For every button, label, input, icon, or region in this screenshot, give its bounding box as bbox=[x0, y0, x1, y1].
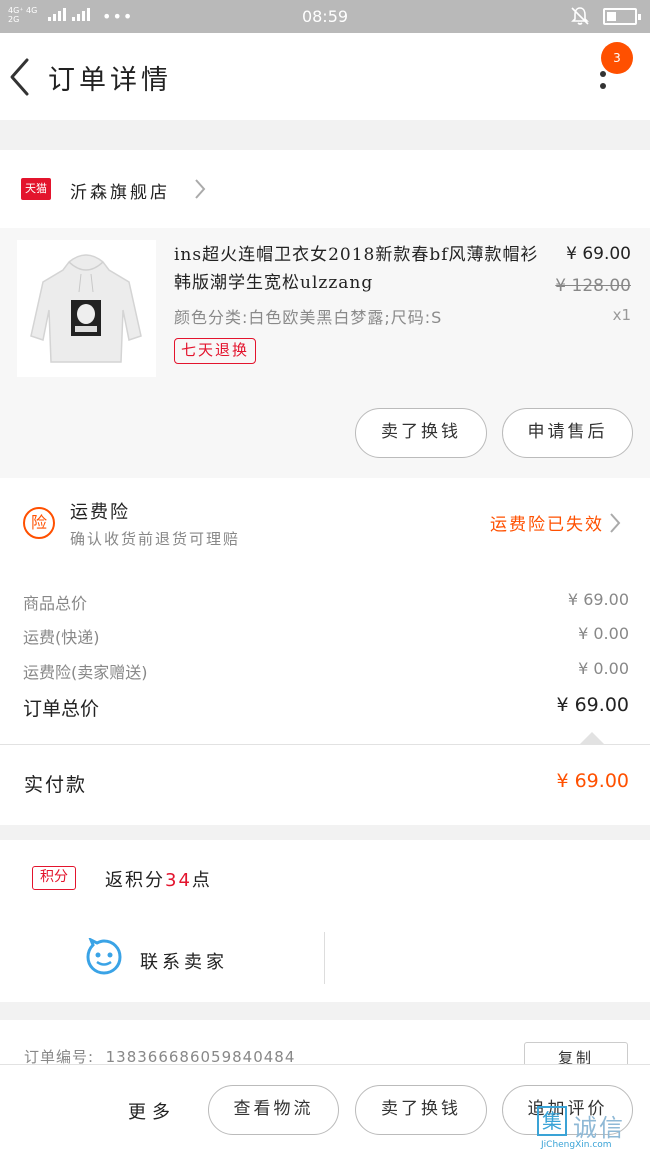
mute-icon bbox=[570, 6, 590, 30]
points-text: 返积分34点 bbox=[105, 870, 212, 891]
fee-row: 运费险(卖家赠送) ¥ 0.00 bbox=[23, 659, 629, 683]
more-button[interactable]: 更多 bbox=[128, 1098, 176, 1124]
chat-bubble-icon bbox=[85, 936, 123, 980]
view-logistics-button[interactable]: 查看物流 bbox=[208, 1085, 339, 1135]
order-total-label: 订单总价 bbox=[23, 698, 100, 720]
order-total-row: 订单总价 ¥ 69.00 bbox=[23, 694, 629, 721]
tmall-logo: 天猫 bbox=[21, 178, 51, 200]
insurance-icon: 险 bbox=[22, 506, 56, 544]
battery-icon bbox=[603, 8, 641, 25]
points-count: 34 bbox=[165, 870, 192, 891]
expand-caret bbox=[580, 732, 604, 744]
clock: 08:59 bbox=[301, 7, 349, 26]
insurance-title: 运费险 bbox=[70, 502, 130, 523]
site-watermark: 集 诚信 JiChengXin.com bbox=[537, 1104, 647, 1154]
back-icon[interactable] bbox=[8, 57, 30, 101]
order-total-value: ¥ 69.00 bbox=[556, 694, 629, 716]
fee-value: ¥ 69.00 bbox=[567, 590, 629, 609]
shipping-insurance[interactable]: 险 运费险 确认收货前退货可理赔 运费险已失效 bbox=[0, 478, 650, 566]
watermark-domain: JiChengXin.com bbox=[541, 1140, 612, 1150]
product-image[interactable] bbox=[17, 240, 156, 377]
chevron-right-icon bbox=[193, 177, 207, 205]
price-breakdown: 商品总价 ¥ 69.00 运费(快递) ¥ 0.00 运费险(卖家赠送) ¥ 0… bbox=[0, 566, 650, 744]
divider bbox=[324, 932, 325, 984]
chevron-right-icon bbox=[608, 511, 622, 539]
notification-badge: 3 bbox=[601, 42, 633, 74]
contact-seller-button[interactable]: 联系卖家 bbox=[140, 948, 228, 974]
status-bar: 4G⁺ 4G 2G ••• 08:59 bbox=[0, 0, 650, 33]
watermark-logo: 集 bbox=[537, 1106, 567, 1136]
shop-header[interactable]: 天猫 沂森旗舰店 bbox=[0, 150, 650, 228]
points-reward: 积分 返积分34点 bbox=[0, 840, 650, 920]
resell-button[interactable]: 卖了换钱 bbox=[355, 1085, 487, 1135]
more-menu-icon[interactable] bbox=[600, 71, 606, 95]
product-title[interactable]: ins超火连帽卫衣女2018新款春bf风薄款帽衫韩版潮学生宽松ulzzang bbox=[174, 241, 544, 297]
resell-button[interactable]: 卖了换钱 bbox=[355, 408, 487, 458]
watermark-text: 诚信 bbox=[573, 1114, 625, 1142]
payment-value: ¥ 69.00 bbox=[556, 770, 629, 792]
top-nav: 订单详情 3 bbox=[0, 33, 650, 120]
product-item[interactable]: ins超火连帽卫衣女2018新款春bf风薄款帽衫韩版潮学生宽松ulzzang 颜… bbox=[0, 228, 650, 478]
fee-label: 商品总价 bbox=[23, 594, 88, 613]
fee-row: 运费(快递) ¥ 0.00 bbox=[23, 624, 629, 648]
actual-payment: 实付款 ¥ 69.00 bbox=[0, 744, 650, 825]
fee-row: 商品总价 ¥ 69.00 bbox=[23, 590, 629, 614]
fee-value: ¥ 0.00 bbox=[578, 659, 629, 678]
product-original-price: ¥ 128.00 bbox=[555, 276, 631, 296]
product-quantity: x1 bbox=[612, 306, 631, 324]
insurance-status[interactable]: 运费险已失效 bbox=[490, 510, 604, 535]
product-sku: 颜色分类:白色欧美黑白梦露;尺码:S bbox=[174, 308, 443, 327]
product-price: ¥ 69.00 bbox=[566, 244, 631, 264]
fee-label: 运费(快递) bbox=[23, 628, 100, 647]
contact-seller-section: 联系卖家 bbox=[0, 920, 650, 1002]
insurance-subtitle: 确认收货前退货可理赔 bbox=[70, 530, 241, 548]
fee-value: ¥ 0.00 bbox=[578, 624, 629, 643]
payment-label: 实付款 bbox=[24, 774, 88, 796]
shop-name[interactable]: 沂森旗舰店 bbox=[70, 178, 170, 203]
insurance-icon-label: 险 bbox=[30, 513, 47, 532]
fee-label: 运费险(卖家赠送) bbox=[23, 663, 148, 682]
after-sales-button[interactable]: 申请售后 bbox=[502, 408, 633, 458]
page-title: 订单详情 bbox=[48, 65, 172, 96]
points-tag: 积分 bbox=[32, 866, 76, 890]
return-policy-badge: 七天退换 bbox=[174, 338, 257, 364]
